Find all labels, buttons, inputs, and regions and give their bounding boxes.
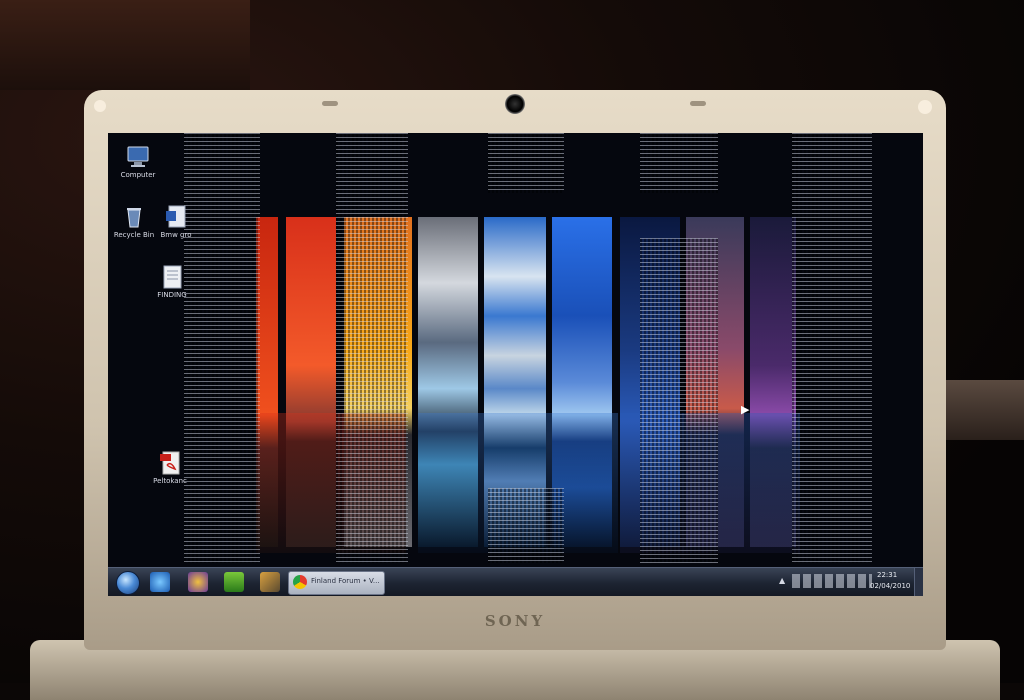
internet-explorer-icon[interactable] [150, 572, 170, 592]
shelf-right [944, 380, 1024, 440]
screen: Computer Recycle Bin Bmw gro FINDING Pel… [108, 133, 923, 596]
text-column [640, 238, 718, 563]
taskbar-window-label: Finland Forum • V... [311, 577, 380, 585]
webcam-icon [505, 94, 525, 114]
brand-logo: SONY [484, 612, 546, 630]
messenger-icon[interactable] [188, 572, 208, 592]
text-column [792, 133, 872, 563]
text-column [488, 133, 564, 193]
document-icon [159, 265, 185, 289]
document-icon [163, 205, 189, 229]
show-desktop-button[interactable] [914, 568, 923, 596]
clock-time[interactable]: 22:31 [877, 571, 897, 579]
desktop-icon-bmw-document[interactable]: Bmw gro [146, 205, 206, 240]
taskbar: Finland Forum • V... ▲ 22:31 02/04/2010 [108, 567, 923, 596]
bezel-indicator [322, 101, 338, 106]
tray-expand-icon[interactable]: ▲ [779, 576, 785, 585]
bezel-corner-light [94, 100, 106, 112]
bezel-indicator [690, 101, 706, 106]
browser-icon [293, 575, 307, 589]
system-tray-icons[interactable] [792, 574, 872, 588]
utorrent-icon[interactable] [224, 572, 244, 592]
desktop-icon-finding-document[interactable]: FINDING [142, 265, 202, 300]
bezel-corner-light [918, 100, 932, 114]
recycle-bin-icon [121, 205, 147, 229]
taskbar-window-button[interactable]: Finland Forum • V... [288, 571, 385, 595]
shelf [0, 0, 250, 90]
mouse-cursor-icon: ▶ [741, 403, 750, 416]
text-column [640, 133, 718, 193]
text-column [488, 488, 564, 563]
computer-icon [125, 145, 151, 169]
text-column [336, 133, 408, 563]
desktop-icon-computer[interactable]: Computer [108, 145, 168, 180]
start-button[interactable] [116, 571, 140, 595]
desktop-icon-pdf[interactable]: Peltokanc [140, 451, 200, 486]
tools-icon[interactable] [260, 572, 280, 592]
clock-date[interactable]: 02/04/2010 [870, 582, 910, 590]
pdf-icon [157, 451, 183, 475]
text-column [184, 133, 260, 563]
